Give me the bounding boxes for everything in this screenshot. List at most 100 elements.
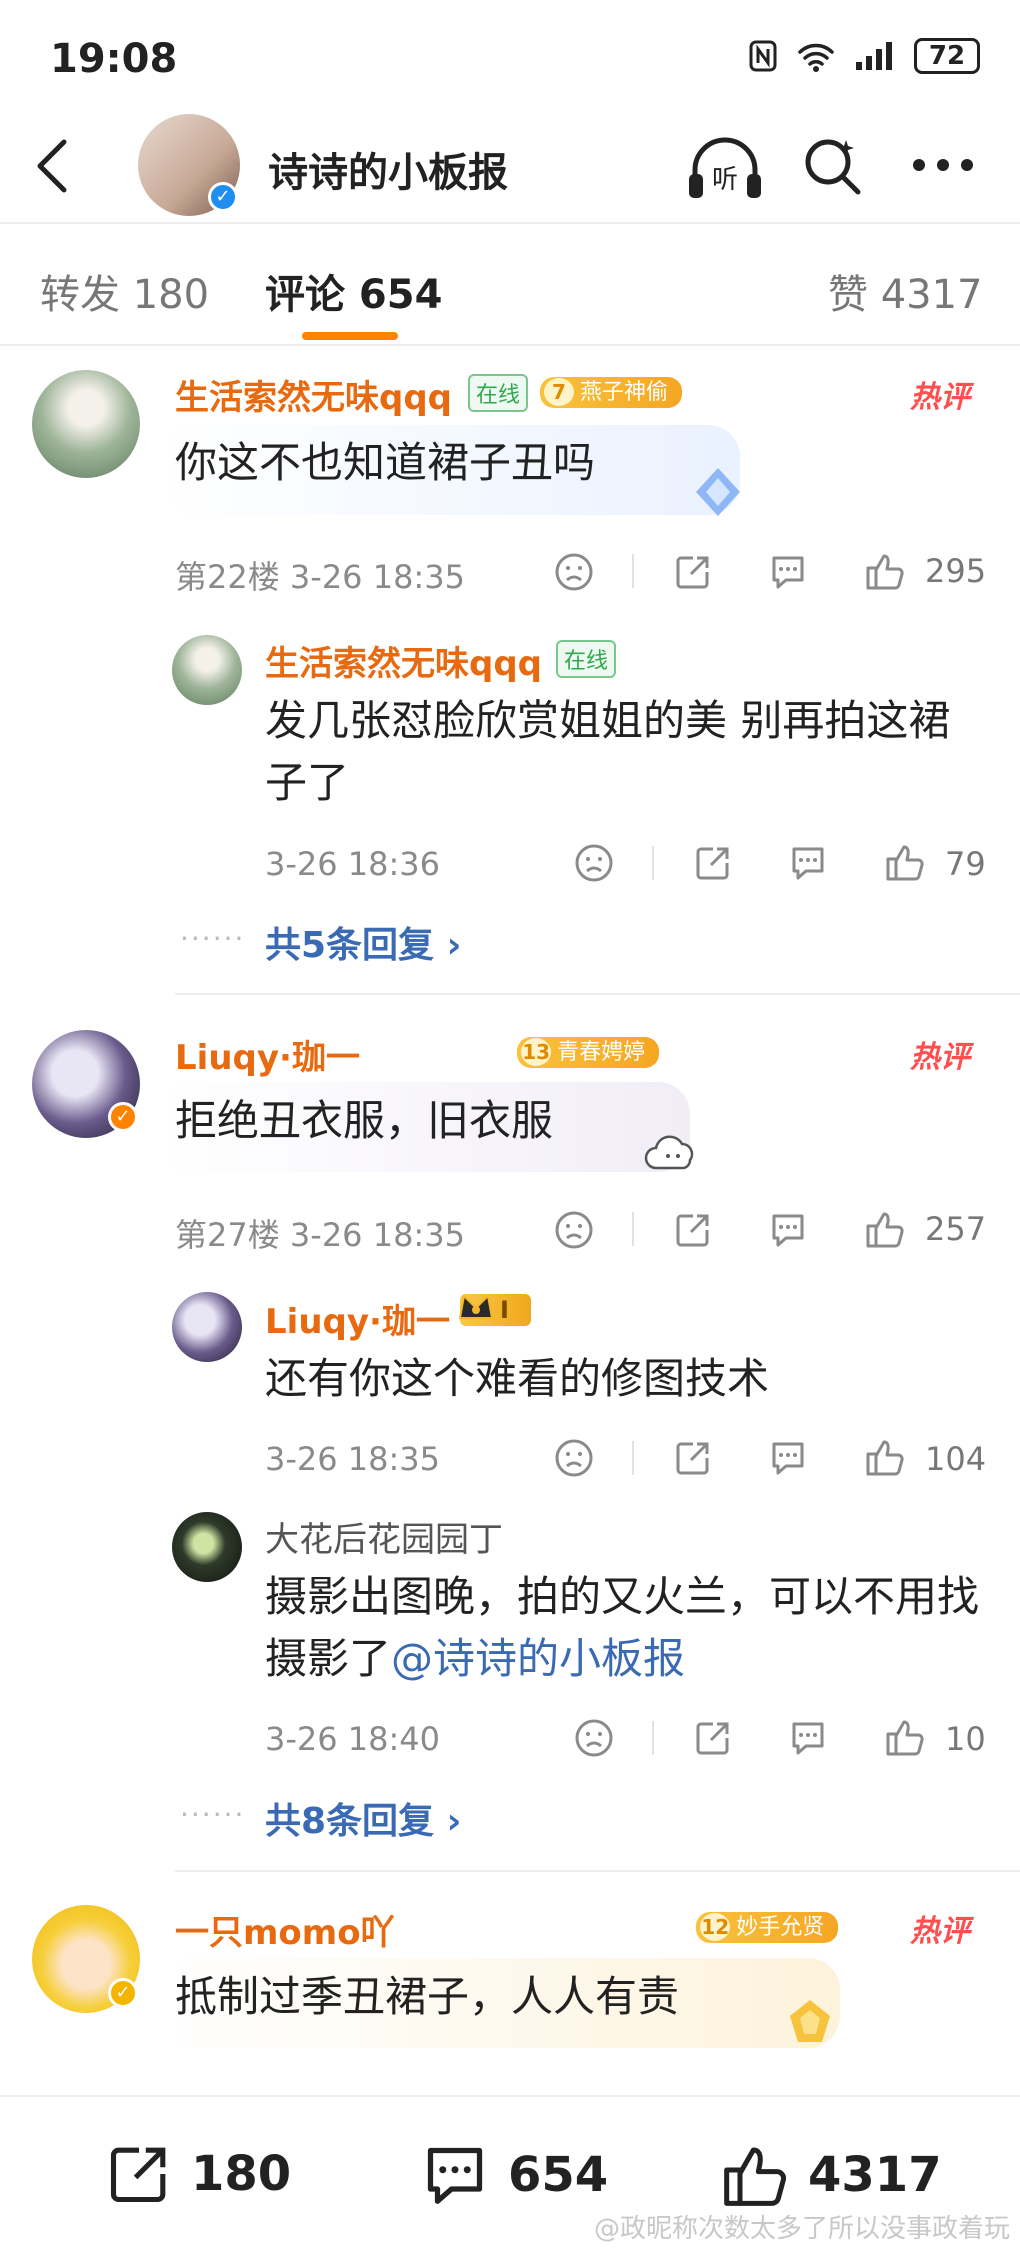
replies-dots: ······ (180, 922, 246, 955)
verified-badge: ✓ (108, 1102, 138, 1132)
comment-time: 3-26 18:35 (289, 558, 465, 596)
dislike-icon[interactable] (554, 1210, 594, 1250)
battery-indicator: 72 (914, 38, 980, 74)
reply-time: 3-26 18:36 (265, 845, 441, 883)
comment-icon[interactable] (768, 1210, 808, 1250)
reply-text: 发几张怼脸欣赏姐姐的美 别再拍这裙子了 (265, 696, 951, 807)
like-button[interactable]: 4317 (720, 2140, 942, 2210)
share-icon[interactable] (673, 552, 713, 592)
commenter-name[interactable]: 一只momo吖 (175, 1905, 395, 1954)
like-icon (724, 2147, 787, 2206)
online-badge: 在线 (468, 374, 529, 412)
like-count: 257 (925, 1210, 987, 1248)
like-count: 79 (945, 845, 986, 883)
share-icon[interactable] (673, 1438, 713, 1478)
commenter-name[interactable]: Liuqy·珈一 (175, 1030, 360, 1079)
fan-level: 13 (521, 1038, 552, 1066)
reply-user-name[interactable]: 生活索然无味qqq (265, 636, 542, 685)
reply-avatar[interactable] (172, 635, 242, 705)
tab-active-indicator (302, 332, 398, 340)
status-time: 19:08 (50, 36, 178, 82)
reply-time: 3-26 18:40 (265, 1720, 441, 1758)
tab-comments[interactable]: 评论 654 (265, 262, 442, 320)
like-count: 295 (925, 552, 987, 590)
comment-icon[interactable] (788, 843, 828, 883)
cloud-decoration-icon (644, 1135, 694, 1170)
comment-icon[interactable] (768, 552, 808, 592)
status-bar: 19:08 72 (0, 0, 1020, 120)
chevron-right-icon: › (446, 1801, 462, 1842)
reply-user-name[interactable]: Liuqy·珈一 (265, 1294, 450, 1343)
share-icon[interactable] (693, 1718, 733, 1758)
hot-comment-badge: 热评 (910, 1914, 970, 1949)
signal-icon (856, 42, 892, 70)
watermark: @政昵称次数太多了所以没事政着玩 (593, 2214, 1010, 2244)
chevron-right-icon: › (446, 925, 462, 966)
reply-avatar[interactable] (172, 1292, 242, 1362)
repost-button[interactable]: 180 (105, 2140, 291, 2208)
like-count: 10 (945, 1720, 986, 1758)
commenter-avatar[interactable] (32, 370, 140, 478)
verified-badge: ✓ (208, 182, 238, 212)
commenter-name[interactable]: 生活索然无味qqq (175, 370, 452, 419)
dislike-icon[interactable] (574, 1718, 614, 1758)
status-icons: 72 (748, 38, 980, 74)
fan-badge[interactable]: 13 青春娉婷 (517, 1037, 660, 1068)
dislike-icon[interactable] (554, 1438, 594, 1478)
fan-title: 青春娉婷 (557, 1040, 646, 1065)
more-replies-link[interactable]: 共5条回复 › (265, 916, 461, 968)
post-header: ✓ 诗诗的小板报 听 (0, 110, 1020, 220)
tab-likes[interactable]: 赞 4317 (828, 262, 983, 320)
search-icon[interactable] (800, 134, 864, 198)
fan-badge[interactable]: 12 妙手允贤 (696, 1912, 839, 1943)
back-arrow-icon[interactable] (34, 138, 70, 194)
like-count: 104 (925, 1440, 987, 1478)
reply-user-name[interactable]: 大花后花园园丁 (265, 1512, 503, 1561)
comment-icon[interactable] (788, 1718, 828, 1758)
more-replies-link[interactable]: 共8条回复 › (265, 1792, 461, 1844)
wifi-icon (798, 43, 834, 72)
fan-title: 燕子神偷 (580, 380, 669, 405)
action-separator (632, 1212, 634, 1246)
share-icon[interactable] (673, 1210, 713, 1250)
more-replies-label: 共5条回复 (265, 925, 435, 966)
action-separator (632, 1441, 634, 1475)
like-icon[interactable] (864, 1436, 906, 1478)
svg-text:听: 听 (712, 165, 738, 195)
like-icon[interactable] (884, 1716, 926, 1758)
comment-floor: 第22楼 (175, 558, 280, 596)
comment-icon[interactable] (768, 1438, 808, 1478)
crown-icon (458, 1293, 494, 1319)
comment-icon (427, 2147, 483, 2204)
fan-level: 7 (544, 378, 574, 406)
header-divider (0, 222, 1020, 224)
reply-time: 3-26 18:35 (265, 1440, 441, 1478)
mention-link[interactable]: @诗诗的小板报 (391, 1634, 685, 1683)
like-icon[interactable] (864, 550, 906, 592)
tabs-divider (0, 344, 1020, 346)
diamond-decoration-icon (696, 468, 740, 516)
nfc-icon (749, 40, 777, 72)
comment-divider (175, 1870, 1020, 1872)
fan-badge[interactable]: 7 燕子神偷 (540, 377, 683, 408)
tab-repost[interactable]: 转发 180 (40, 262, 209, 320)
verified-badge: ✓ (108, 1978, 138, 2008)
reply-avatar[interactable] (172, 1512, 242, 1582)
like-count-total: 4317 (808, 2147, 942, 2203)
repost-count: 180 (191, 2146, 292, 2202)
comment-divider (175, 993, 1020, 995)
like-icon[interactable] (884, 841, 926, 883)
online-badge: 在线 (556, 640, 617, 678)
dislike-icon[interactable] (574, 843, 614, 883)
comment-time: 3-26 18:35 (289, 1216, 465, 1254)
author-name[interactable]: 诗诗的小板报 (268, 140, 508, 198)
comment-button[interactable]: 654 (420, 2140, 608, 2210)
reply-text: 摄影出图晚，拍的又火兰，可以不用找摄影了@诗诗的小板报 (265, 1566, 985, 1690)
reply-text: 还有你这个难看的修图技术 (265, 1354, 770, 1403)
listen-icon[interactable]: 听 (685, 136, 765, 202)
like-icon[interactable] (864, 1208, 906, 1250)
share-icon[interactable] (693, 843, 733, 883)
more-icon[interactable] (912, 158, 974, 172)
dislike-icon[interactable] (554, 552, 594, 592)
replies-dots: ······ (180, 1798, 246, 1831)
